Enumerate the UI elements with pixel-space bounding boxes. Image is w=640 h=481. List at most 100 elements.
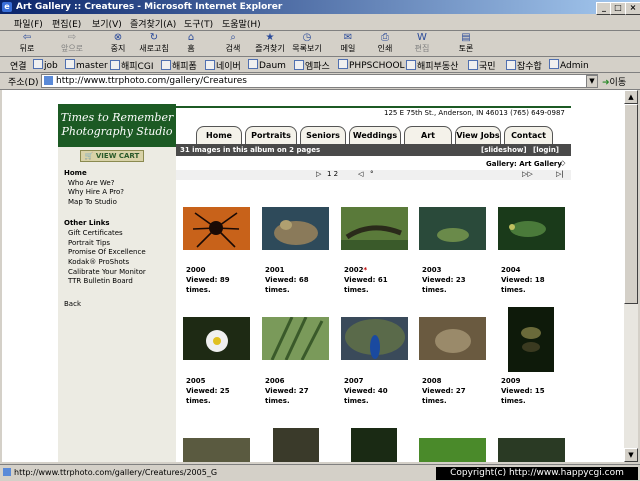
caption-2007: 2007 Viewed: 40 times. (344, 377, 388, 405)
vertical-scrollbar[interactable]: ▲ ▼ (624, 90, 638, 462)
menu-file[interactable]: 파일(F) (14, 17, 43, 30)
thumbnail-row3-3[interactable] (351, 428, 397, 462)
search-button[interactable]: ⌕ 검색 (216, 32, 250, 56)
discuss-icon: ▤ (461, 32, 471, 43)
slideshow-link[interactable]: [slideshow] (481, 144, 527, 156)
prev-page-icon[interactable]: ◁ (358, 170, 363, 178)
sidebar-back[interactable]: Back (64, 300, 81, 308)
sidebar-gift[interactable]: Gift Certificates (68, 229, 123, 237)
address-bar: 주소(D) http://www.ttrphoto.com/gallery/Cr… (0, 72, 640, 90)
home-icon: ⌂ (187, 32, 195, 43)
link-page-icon (65, 59, 75, 69)
go-button[interactable]: ➜이동 (602, 75, 626, 88)
thumbnail-2008[interactable] (419, 317, 486, 360)
title-bar: e Art Gallery :: Creatures - Microsoft I… (0, 0, 640, 15)
first-page-icon[interactable]: ▷ (316, 170, 321, 178)
history-button[interactable]: ◷ 목록보기 (290, 32, 324, 56)
thumbnail-row3-4[interactable] (419, 438, 486, 462)
nav-home[interactable]: Home (196, 126, 242, 144)
studio-logo[interactable]: Times to Remember Photography Studio (58, 104, 176, 147)
up-level-icon[interactable]: ◇ (560, 159, 565, 167)
mail-button[interactable]: ✉ 메일 (331, 32, 365, 56)
sidebar-home[interactable]: Home (64, 169, 87, 177)
header-rule (176, 106, 571, 108)
thumbnail-2005[interactable] (183, 317, 250, 360)
link-master[interactable]: master (65, 59, 108, 71)
view-cart-button[interactable]: 🛒 VIEW CART (80, 150, 144, 162)
thumbnail-2000[interactable] (183, 207, 250, 250)
nav-view-jobs[interactable]: View Jobs (455, 126, 501, 144)
maximize-button[interactable]: □ (610, 2, 626, 15)
nav-seniors[interactable]: Seniors (300, 126, 346, 144)
scroll-up-arrow-icon[interactable]: ▲ (624, 90, 638, 104)
link-page-icon (33, 59, 43, 69)
nav-art[interactable]: Art (404, 126, 452, 144)
next-page-icon[interactable]: ▷▷ (522, 170, 533, 178)
sidebar-promise[interactable]: Promise Of Excellence (68, 248, 146, 256)
sidebar-portrait-tips[interactable]: Portrait Tips (68, 239, 110, 247)
gallery-breadcrumb[interactable]: Gallery: Art Gallery (486, 160, 562, 168)
link-naver[interactable]: 네이버 (205, 59, 241, 72)
stop-button[interactable]: ⊗ 중지 (101, 32, 135, 56)
thumbnail-2002[interactable] (341, 207, 408, 250)
copyright-watermark: Copyright(c) http://www.happycgi.com (436, 467, 638, 480)
thumbnail-2004[interactable] (498, 207, 565, 250)
nav-contact-us[interactable]: Contact Us (504, 126, 553, 158)
address-input[interactable]: http://www.ttrphoto.com/gallery/Creature… (41, 74, 598, 88)
sidebar-who-are-we[interactable]: Who Are We? (68, 179, 114, 187)
thumbnail-2007[interactable] (341, 317, 408, 360)
discuss-button[interactable]: ▤ 토론 (449, 32, 483, 56)
login-link[interactable]: [login] (533, 144, 559, 156)
sidebar-kodak[interactable]: Kodak® ProShots (68, 258, 129, 266)
forward-button[interactable]: ⇨ 앞으로 (55, 32, 89, 56)
nav-portraits[interactable]: Portraits (245, 126, 297, 144)
thumbnail-row3-2[interactable] (273, 428, 319, 462)
thumbnail-2001[interactable] (262, 207, 329, 250)
sidebar-why-hire[interactable]: Why Hire A Pro? (68, 188, 124, 196)
thumbnail-2006[interactable] (262, 316, 329, 361)
link-admin[interactable]: Admin (549, 59, 589, 71)
scroll-thumb[interactable] (624, 104, 638, 304)
refresh-button[interactable]: ↻ 새로고침 (137, 32, 171, 56)
back-button[interactable]: ⇦ 뒤로 (10, 32, 44, 56)
print-button[interactable]: ⎙ 인쇄 (368, 32, 402, 56)
link-daum[interactable]: Daum (248, 59, 286, 71)
link-job[interactable]: job (33, 59, 58, 71)
thumbnail-2003[interactable] (419, 207, 486, 250)
address-dropdown[interactable]: ▼ (586, 75, 598, 88)
menu-view[interactable]: 보기(V) (92, 17, 122, 30)
sidebar-bulletin[interactable]: TTR Bulletin Board (68, 277, 133, 285)
page-numbers[interactable]: 1 2 (327, 170, 338, 178)
edit-button[interactable]: W 편집 (405, 32, 439, 56)
link-happycgi[interactable]: 해피CGI (110, 59, 153, 72)
scroll-down-arrow-icon[interactable]: ▼ (624, 448, 638, 462)
mail-icon: ✉ (343, 32, 353, 43)
menu-help[interactable]: 도움말(H) (222, 17, 261, 30)
caption-2009: 2009 Viewed: 15 times. (501, 377, 545, 405)
thumbnail-row3-1[interactable] (183, 438, 250, 462)
favorites-button[interactable]: ★ 즐겨찾기 (253, 32, 287, 56)
link-phpschool[interactable]: PHPSCHOOL (338, 59, 405, 71)
ie-icon: e (2, 2, 12, 12)
link-jobsuhap[interactable]: 잡수합 (506, 59, 542, 72)
spider-photo (183, 207, 250, 250)
last-page-icon[interactable]: ▷| (556, 170, 564, 178)
home-button[interactable]: ⌂ 홈 (174, 32, 208, 56)
sidebar-map[interactable]: Map To Studio (68, 198, 117, 206)
link-empas[interactable]: 엠파스 (294, 59, 330, 72)
nav-weddings[interactable]: Weddings (349, 126, 401, 144)
thumbnail-row3-5[interactable] (498, 438, 565, 462)
close-button[interactable]: × (625, 2, 640, 15)
menu-tools[interactable]: 도구(T) (184, 17, 213, 30)
sidebar-other-links: Other Links (64, 219, 110, 227)
menu-favorites[interactable]: 즐겨찾기(A) (130, 17, 176, 30)
link-happyform[interactable]: 해피폼 (161, 59, 197, 72)
menu-edit[interactable]: 편집(E) (52, 17, 81, 30)
sidebar-calibrate[interactable]: Calibrate Your Monitor (68, 268, 146, 276)
thumbnail-2009[interactable] (508, 307, 554, 372)
link-kookmin[interactable]: 국민 (468, 59, 496, 72)
link-happy-realestate[interactable]: 해피부동산 (406, 59, 458, 72)
caption-2000: 2000 Viewed: 89 times. (186, 266, 230, 294)
link-page-icon (294, 60, 304, 70)
breadcrumb: Gallery: Art Gallery ◇ (176, 158, 571, 170)
